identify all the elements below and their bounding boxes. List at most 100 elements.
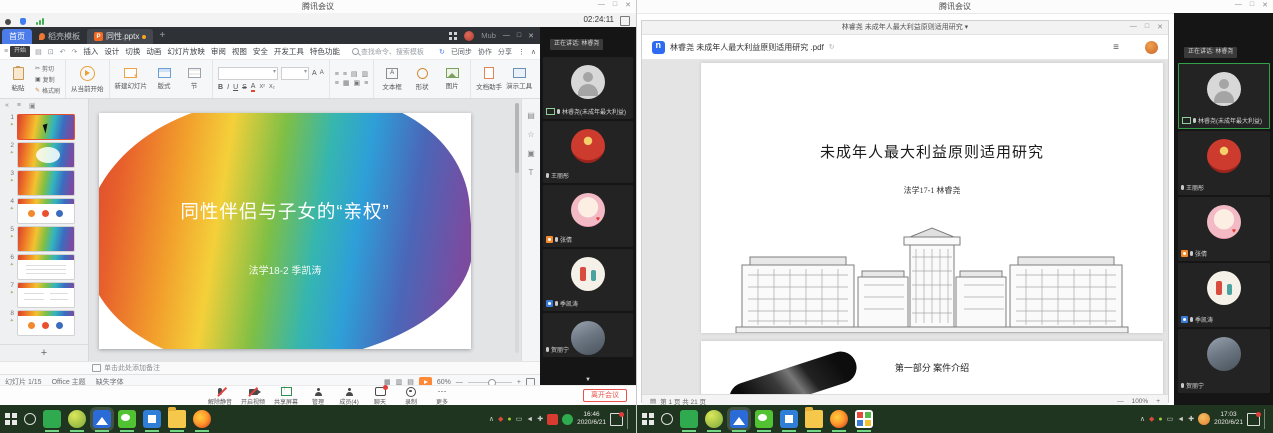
minimize-icon[interactable]: — [1130, 23, 1137, 31]
notes-bar[interactable]: 单击此处添加备注 [0, 361, 540, 374]
indent-icon[interactable]: ≡ [335, 80, 339, 87]
page-layout-icon[interactable]: ▤ [650, 397, 656, 405]
doc-assistant-button[interactable]: 文档助手 [476, 67, 502, 91]
font-size-select[interactable] [281, 67, 309, 80]
columns-icon[interactable]: ▣ [353, 80, 360, 87]
taskbar-app-green[interactable] [680, 410, 698, 428]
collapse-panel-icon[interactable]: « [5, 102, 9, 109]
participant-tile[interactable]: 张倩 [543, 185, 633, 247]
cut-button[interactable]: ✂剪切 [35, 64, 60, 73]
tray-expand-icon[interactable]: ∧ [489, 415, 494, 423]
leave-meeting-button[interactable]: 离开会议 [583, 389, 627, 402]
taskbar-app-meeting[interactable] [730, 410, 748, 428]
zoom-slider[interactable] [468, 382, 512, 383]
format-painter-button[interactable]: ✎格式刷 [35, 86, 60, 95]
menu-design[interactable]: 设计 [104, 46, 119, 57]
close-icon[interactable]: ✕ [528, 32, 534, 40]
share-screen-button[interactable]: 共享屏幕 [274, 387, 298, 406]
participant-tile[interactable]: 王丽彤 [543, 121, 633, 183]
close-icon[interactable]: ✕ [1157, 23, 1163, 31]
align-left-icon[interactable]: ≡ [335, 71, 339, 78]
new-slide-button[interactable]: 新建幻灯片 [115, 68, 148, 90]
menu-transition[interactable]: 切换 [125, 46, 140, 57]
slide-thumb-5[interactable]: 5✦ [0, 225, 88, 253]
restore-icon[interactable]: □ [613, 1, 617, 9]
tray-display-icon[interactable]: ▭ [1167, 415, 1174, 423]
show-desktop-button[interactable] [627, 409, 631, 429]
subscript-button[interactable]: X₂ [269, 84, 275, 90]
taskbar-app-blue[interactable] [143, 410, 161, 428]
restore-icon[interactable]: □ [517, 32, 521, 40]
properties-icon[interactable]: ▤ [527, 111, 535, 120]
undo-icon[interactable]: ↶ [60, 48, 66, 56]
show-desktop-button[interactable] [1264, 409, 1268, 429]
save-icon[interactable]: ▤ [35, 48, 42, 56]
present-tools-button[interactable]: 演示工具 [506, 68, 532, 90]
pdf-account-avatar[interactable] [1145, 41, 1158, 54]
font-family-select[interactable] [218, 67, 278, 80]
taskbar-app-sphere[interactable] [705, 410, 723, 428]
layout-button[interactable]: 版式 [151, 68, 177, 90]
start-video-button[interactable]: 开启视频 [241, 387, 265, 406]
copy-button[interactable]: ▣复制 [35, 75, 60, 84]
text-tool-icon[interactable]: T [529, 168, 534, 177]
grow-font-button[interactable]: A [312, 70, 317, 77]
font-color-button[interactable]: A [251, 83, 256, 92]
share-button[interactable]: 分享 [498, 47, 512, 57]
restore-icon[interactable]: □ [1250, 1, 1254, 9]
slide-thumb-8[interactable]: 8✦ [0, 309, 88, 337]
search-circle-icon[interactable] [661, 413, 673, 425]
minimize-icon[interactable]: — [598, 1, 605, 9]
tab-document[interactable]: P 同性.pptx [87, 29, 153, 44]
taskbar-app-green[interactable] [43, 410, 61, 428]
start-button-icon[interactable] [5, 413, 17, 425]
participant-tile[interactable]: 贺丽宁 [1178, 329, 1270, 393]
taskbar-app-blue[interactable] [780, 410, 798, 428]
chat-button[interactable]: 聊天 [369, 387, 391, 406]
taskbar-clock[interactable]: 17:03 2020/6/21 [1214, 411, 1243, 428]
participant-tile[interactable]: 季凯涛 [1178, 263, 1270, 327]
collapse-ribbon-icon[interactable]: ∧ [531, 48, 536, 56]
close-icon[interactable]: ✕ [625, 1, 631, 9]
taskbar-app-sphere[interactable] [68, 410, 86, 428]
tray-display-icon[interactable]: ▭ [516, 415, 523, 423]
participant-tile[interactable]: 林睿尧(未成年最大利益) [543, 57, 633, 119]
tray-icon-red[interactable]: ◆ [1149, 415, 1154, 423]
tab-templates[interactable]: 稻壳模板 [32, 29, 87, 44]
numbering-icon[interactable]: ▥ [362, 71, 369, 78]
participant-tile[interactable]: 张倩 [1178, 197, 1270, 261]
taskbar-firefox[interactable] [830, 410, 848, 428]
participant-tile-speaking[interactable]: 林睿尧(未成年最大利益) [1178, 63, 1270, 129]
menu-features[interactable]: 特色功能 [310, 46, 340, 57]
tray-icon-green[interactable]: ● [1158, 416, 1162, 423]
slide-thumb-2[interactable]: 2✦ [0, 141, 88, 169]
underline-button[interactable]: U [233, 84, 238, 91]
taskbar-app-colorful[interactable] [855, 410, 873, 428]
more-button[interactable]: ⋯ 更多 [431, 387, 453, 406]
italic-button[interactable]: I [227, 84, 229, 91]
section-button[interactable]: 节 [181, 68, 207, 90]
tab-home[interactable]: 首页 [2, 29, 32, 44]
taskbar-firefox[interactable] [193, 410, 211, 428]
menu-devtools[interactable]: 开发工具 [274, 46, 304, 57]
zoom-out-button[interactable]: — [1117, 398, 1124, 405]
tray-app-orange[interactable] [1198, 413, 1210, 425]
notification-icon[interactable] [1247, 413, 1260, 426]
taskbar-app-wechat[interactable] [118, 410, 136, 428]
notification-icon[interactable] [610, 413, 623, 426]
shrink-font-button[interactable]: A [320, 70, 324, 76]
menu-animation[interactable]: 动画 [146, 46, 161, 57]
vertical-scrollbar[interactable] [515, 103, 519, 353]
pdf-file-name[interactable]: 林睿尧 未成年人最大利益原则适用研究 .pdf [670, 42, 824, 53]
slide-thumb-4[interactable]: 4✦ [0, 197, 88, 225]
menu-security[interactable]: 安全 [253, 46, 268, 57]
participant-tile[interactable]: 季凯涛 [543, 249, 633, 311]
tray-icon-green[interactable]: ● [507, 416, 511, 423]
maximize-icon[interactable]: □ [1145, 23, 1149, 31]
unmute-button[interactable]: 解除静音 [208, 387, 232, 406]
minimize-icon[interactable]: — [503, 32, 510, 40]
taskbar-clock[interactable]: 16:46 2020/6/21 [577, 411, 606, 428]
line-spacing-icon[interactable]: ▦ [343, 80, 350, 87]
redo-icon[interactable]: ↷ [71, 48, 77, 56]
tray-app-green[interactable] [562, 414, 573, 425]
